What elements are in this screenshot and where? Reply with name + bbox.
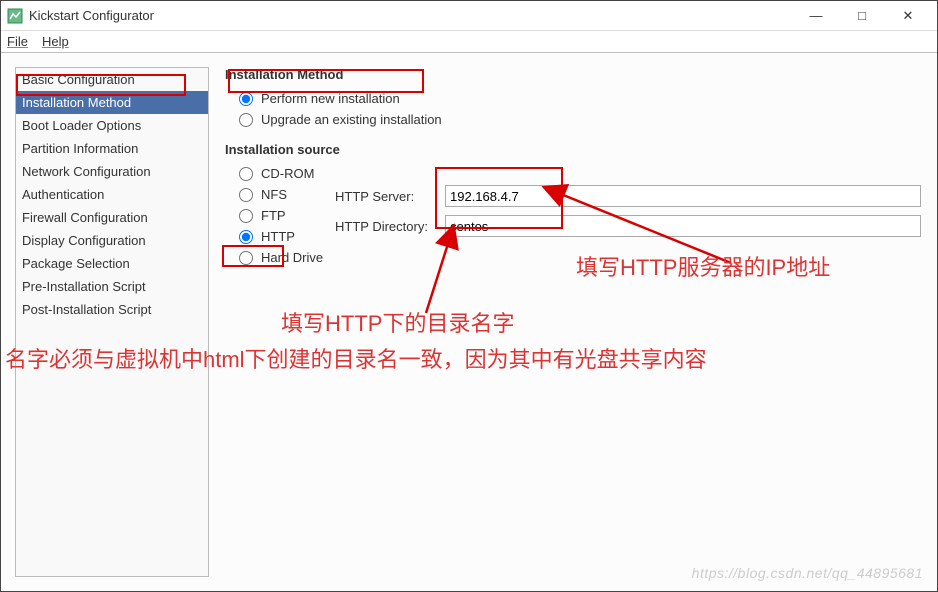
section-installation-source-title: Installation source: [225, 142, 923, 157]
minimize-button[interactable]: —: [793, 1, 839, 31]
radio-perform-new-installation[interactable]: [239, 92, 253, 106]
sidebar-item-package-selection[interactable]: Package Selection: [16, 252, 208, 275]
window-body: Basic Configuration Installation Method …: [1, 53, 937, 591]
watermark: https://blog.csdn.net/qq_44895681: [692, 565, 923, 581]
radio-upgrade-existing[interactable]: [239, 113, 253, 127]
menubar: File Help: [1, 31, 937, 53]
sidebar-item-boot-loader-options[interactable]: Boot Loader Options: [16, 114, 208, 137]
sidebar: Basic Configuration Installation Method …: [15, 67, 209, 577]
radio-label-hd: Hard Drive: [261, 250, 323, 265]
app-window: Kickstart Configurator — □ ✕ File Help B…: [0, 0, 938, 592]
radio-hard-drive[interactable]: [239, 251, 253, 265]
sidebar-item-partition-information[interactable]: Partition Information: [16, 137, 208, 160]
annotation-server-ip: 填写HTTP服务器的IP地址: [576, 253, 830, 283]
radio-row-ftp[interactable]: FTP: [225, 205, 335, 226]
annotation-dir-note: 名字必须与虚拟机中html下创建的目录名一致，因为其中有光盘共享内容: [5, 345, 925, 375]
radio-label-nfs: NFS: [261, 187, 287, 202]
radio-row-upgrade[interactable]: Upgrade an existing installation: [225, 109, 923, 130]
radio-ftp[interactable]: [239, 209, 253, 223]
radio-row-nfs[interactable]: NFS: [225, 184, 335, 205]
sidebar-item-firewall-configuration[interactable]: Firewall Configuration: [16, 206, 208, 229]
http-server-label: HTTP Server:: [335, 189, 445, 204]
radio-label-upgrade: Upgrade an existing installation: [261, 112, 442, 127]
http-server-input[interactable]: [445, 185, 921, 207]
annotation-dir-name: 填写HTTP下的目录名字: [281, 309, 514, 339]
menu-help[interactable]: Help: [42, 34, 69, 49]
field-row-http-directory: HTTP Directory:: [335, 211, 921, 241]
window-title: Kickstart Configurator: [29, 8, 154, 23]
section-installation-method-title: Installation Method: [225, 67, 923, 82]
http-directory-label: HTTP Directory:: [335, 219, 445, 234]
close-button[interactable]: ✕: [885, 1, 931, 31]
radio-row-cdrom[interactable]: CD-ROM: [225, 163, 335, 184]
radio-cdrom[interactable]: [239, 167, 253, 181]
sidebar-item-authentication[interactable]: Authentication: [16, 183, 208, 206]
sidebar-item-installation-method[interactable]: Installation Method: [16, 91, 208, 114]
sidebar-item-post-installation-script[interactable]: Post-Installation Script: [16, 298, 208, 321]
sidebar-item-display-configuration[interactable]: Display Configuration: [16, 229, 208, 252]
radio-label-ftp: FTP: [261, 208, 286, 223]
radio-row-new-install[interactable]: Perform new installation: [225, 88, 923, 109]
menu-file[interactable]: File: [7, 34, 28, 49]
sidebar-item-basic-configuration[interactable]: Basic Configuration: [16, 68, 208, 91]
http-directory-input[interactable]: [445, 215, 921, 237]
radio-row-http[interactable]: HTTP: [225, 226, 335, 247]
radio-row-hard-drive[interactable]: Hard Drive: [225, 247, 335, 268]
sidebar-item-pre-installation-script[interactable]: Pre-Installation Script: [16, 275, 208, 298]
radio-http[interactable]: [239, 230, 253, 244]
radio-label-http: HTTP: [261, 229, 295, 244]
titlebar: Kickstart Configurator — □ ✕: [1, 1, 937, 31]
field-row-http-server: HTTP Server:: [335, 181, 921, 211]
app-icon: [7, 8, 23, 24]
radio-nfs[interactable]: [239, 188, 253, 202]
maximize-button[interactable]: □: [839, 1, 885, 31]
sidebar-item-network-configuration[interactable]: Network Configuration: [16, 160, 208, 183]
radio-label-new: Perform new installation: [261, 91, 400, 106]
radio-label-cdrom: CD-ROM: [261, 166, 314, 181]
